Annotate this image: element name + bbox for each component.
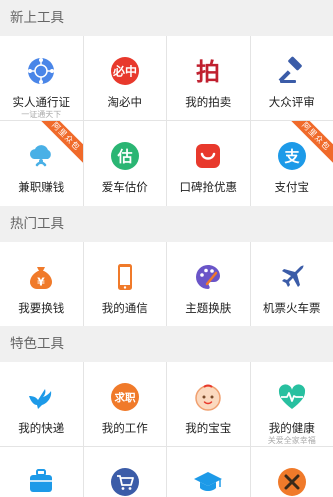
airplane-icon bbox=[277, 262, 307, 292]
tools-icon bbox=[277, 467, 307, 497]
heart-pulse-icon bbox=[277, 382, 307, 412]
tool-sublabel: 关爱全家幸福 bbox=[268, 436, 316, 446]
baby-icon bbox=[193, 382, 223, 412]
tool-label: 大众评审 bbox=[269, 95, 315, 109]
tool-item-my-express[interactable]: 我的快递 bbox=[0, 362, 83, 446]
featured-tools-grid: 我的快递 求职 我的工作 我的宝宝 我的健康 bbox=[0, 362, 333, 497]
icon-text: 拍 bbox=[196, 58, 220, 86]
tool-label: 爱车估价 bbox=[102, 180, 148, 194]
tool-item-taobizhong[interactable]: 必中 淘必中 bbox=[84, 36, 167, 120]
tool-item-part-time-job[interactable]: 阿里众包 兼职赚钱 bbox=[0, 121, 83, 206]
luggage-icon bbox=[26, 467, 56, 497]
icon-text: 求职 bbox=[114, 391, 135, 404]
tool-label: 淘必中 bbox=[108, 95, 143, 109]
tool-label: 我的健康 bbox=[269, 421, 315, 435]
tool-label: 机票火车票 bbox=[263, 301, 321, 315]
auction-icon: 拍 bbox=[193, 56, 223, 86]
tool-label: 主题换肤 bbox=[185, 301, 231, 315]
tool-item-real-person-pass[interactable]: 实人通行证 一证通天下 bbox=[0, 36, 83, 120]
graduation-cap-icon bbox=[193, 467, 223, 497]
network-icon bbox=[26, 56, 56, 86]
section-header-new-tools: 新上工具 bbox=[0, 0, 333, 36]
alipay-icon: 支 bbox=[277, 141, 307, 171]
tool-item-luggage[interactable] bbox=[0, 447, 83, 497]
tool-label: 我的快递 bbox=[18, 421, 64, 435]
section-header-featured-tools: 特色工具 bbox=[0, 326, 333, 362]
tool-item-shopping[interactable] bbox=[84, 447, 167, 497]
job-icon: 求职 bbox=[110, 382, 140, 412]
tool-label: 实人通行证 bbox=[13, 95, 71, 109]
icon-text: 必中 bbox=[112, 64, 137, 79]
bird-icon bbox=[26, 382, 56, 412]
cart-icon bbox=[110, 467, 140, 497]
gavel-icon bbox=[277, 56, 307, 86]
tool-label: 支付宝 bbox=[275, 180, 310, 194]
icon-text: 估 bbox=[116, 148, 132, 166]
tool-item-car-valuation[interactable]: 估 爱车估价 bbox=[84, 121, 167, 206]
tool-label: 我的拍卖 bbox=[185, 95, 231, 109]
koubei-icon bbox=[193, 141, 223, 171]
tool-label: 我的宝宝 bbox=[185, 421, 231, 435]
taobizhong-icon: 必中 bbox=[110, 56, 140, 86]
icon-text: 支 bbox=[283, 148, 300, 166]
icon-text: ¥ bbox=[37, 276, 45, 289]
cloud-hand-icon bbox=[26, 141, 56, 171]
tool-sublabel: 一证通天下 bbox=[21, 110, 61, 120]
tool-label: 我的工作 bbox=[102, 421, 148, 435]
tool-item-tools[interactable] bbox=[251, 447, 333, 497]
tool-label: 我的通信 bbox=[102, 301, 148, 315]
tool-label: 兼职赚钱 bbox=[18, 180, 64, 194]
tool-item-exchange-money[interactable]: ¥ 我要换钱 bbox=[0, 242, 83, 326]
tool-item-education[interactable] bbox=[167, 447, 250, 497]
tool-item-flight-train[interactable]: 机票火车票 bbox=[251, 242, 333, 326]
new-tools-grid: 实人通行证 一证通天下 必中 淘必中 拍 我的拍卖 大众评审 bbox=[0, 36, 333, 206]
palette-icon bbox=[193, 262, 223, 292]
tool-item-my-auction[interactable]: 拍 我的拍卖 bbox=[167, 36, 250, 120]
tool-item-my-baby[interactable]: 我的宝宝 bbox=[167, 362, 250, 446]
tool-label: 口碑抢优惠 bbox=[180, 180, 238, 194]
tool-item-koubei[interactable]: 口碑抢优惠 bbox=[167, 121, 250, 206]
tool-item-theme-skin[interactable]: 主题换肤 bbox=[167, 242, 250, 326]
hot-tools-grid: ¥ 我要换钱 我的通信 主题换肤 bbox=[0, 242, 333, 326]
money-bag-icon: ¥ bbox=[26, 262, 56, 292]
tool-label: 我要换钱 bbox=[18, 301, 64, 315]
phone-icon bbox=[110, 262, 140, 292]
section-header-hot-tools: 热门工具 bbox=[0, 206, 333, 242]
tool-item-my-telecom[interactable]: 我的通信 bbox=[84, 242, 167, 326]
tool-item-public-review[interactable]: 大众评审 bbox=[251, 36, 333, 120]
tool-item-my-health[interactable]: 我的健康 关爱全家幸福 bbox=[251, 362, 333, 446]
tool-item-alipay[interactable]: 阿里众包 支 支付宝 bbox=[251, 121, 333, 206]
tool-item-my-job[interactable]: 求职 我的工作 bbox=[84, 362, 167, 446]
car-valuation-icon: 估 bbox=[110, 141, 140, 171]
